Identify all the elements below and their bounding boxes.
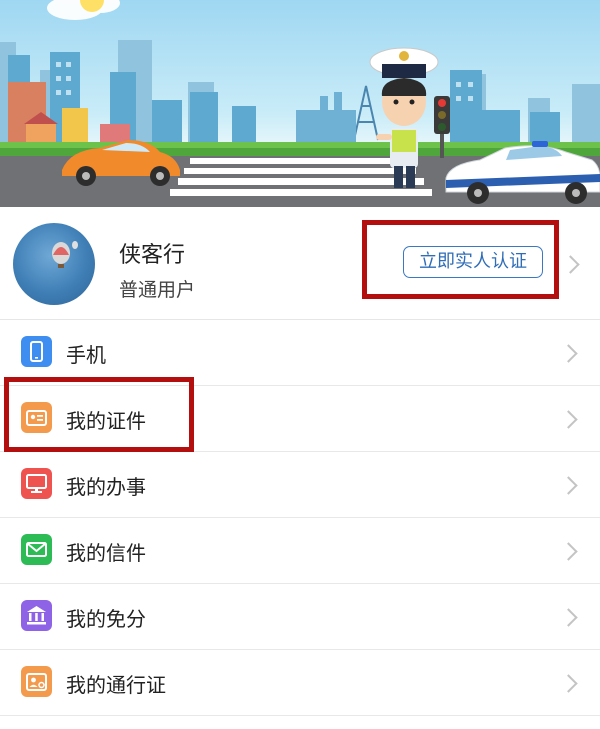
chevron-right-icon — [559, 476, 578, 495]
pass-card-icon — [21, 666, 52, 697]
verify-button[interactable]: 立即实人认证 — [403, 246, 543, 278]
menu-item-label: 手机 — [66, 343, 106, 367]
menu-item-my-pass[interactable]: 我的通行证 — [0, 650, 600, 716]
chevron-right-icon — [559, 410, 578, 429]
envelope-icon — [21, 534, 52, 565]
header-banner — [0, 0, 600, 207]
phone-icon — [21, 336, 52, 367]
menu-item-label: 我的通行证 — [66, 673, 166, 697]
menu-item-my-affairs[interactable]: 我的办事 — [0, 452, 600, 518]
city-illustration — [0, 0, 600, 207]
chevron-right-icon — [559, 674, 578, 693]
menu-item-my-point-waiver[interactable]: 我的免分 — [0, 584, 600, 650]
user-name: 侠客行 — [119, 243, 186, 268]
menu-item-label: 我的免分 — [66, 607, 146, 631]
menu-item-label: 我的信件 — [66, 541, 146, 565]
hot-air-balloon-icon — [52, 241, 78, 268]
bank-icon — [21, 600, 52, 631]
chevron-right-icon — [559, 542, 578, 561]
chevron-right-icon — [559, 344, 578, 363]
documents-highlight-box — [4, 377, 194, 452]
avatar[interactable] — [13, 223, 95, 305]
monitor-icon — [21, 468, 52, 499]
chevron-right-icon — [559, 608, 578, 627]
user-role: 普通用户 — [119, 279, 196, 301]
menu-item-label: 我的办事 — [66, 475, 146, 499]
menu-item-my-letters[interactable]: 我的信件 — [0, 518, 600, 584]
